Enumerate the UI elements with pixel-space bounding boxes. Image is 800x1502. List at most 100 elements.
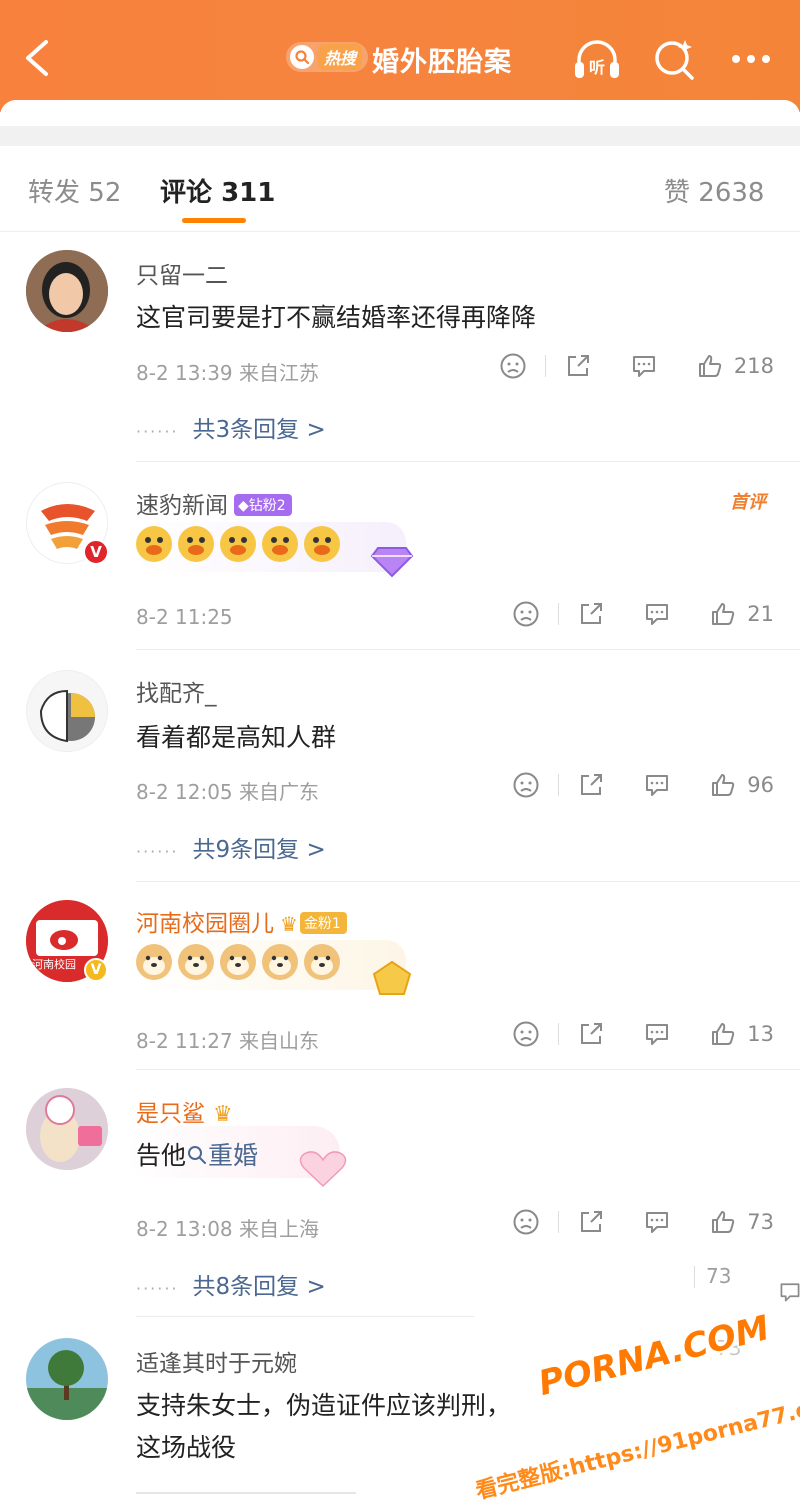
comment-text: 这官司要是打不赢结婚率还得再降降 bbox=[136, 303, 537, 332]
dots-icon: ······ bbox=[136, 842, 179, 861]
comment-meta: 8-2 12:05 来自广东 bbox=[136, 780, 320, 804]
verified-v-icon: V bbox=[83, 539, 109, 565]
tab-comment-count: 311 bbox=[221, 178, 276, 208]
avatar[interactable] bbox=[26, 1338, 108, 1420]
comment-item: 是只鲨 ♛ 告他 重婚 8-2 13:08 来自上海 73 ······ 共8条回复 … bbox=[0, 1070, 800, 1320]
like-count: 13 bbox=[747, 1022, 774, 1046]
duck-emoji-icon bbox=[262, 526, 298, 562]
duck-emoji-icon bbox=[220, 526, 256, 562]
tab-forward[interactable]: 转发 52 bbox=[28, 172, 121, 209]
fan-badge: ◆钻粉2 bbox=[234, 494, 292, 516]
thumbs-up-icon bbox=[712, 603, 735, 625]
search-sparkle-icon[interactable] bbox=[650, 36, 700, 82]
username[interactable]: 只留一二 bbox=[136, 256, 228, 290]
partial-actions-row bbox=[136, 1480, 776, 1502]
tab-forward-count: 52 bbox=[88, 178, 122, 208]
replies-label: 共3条回复 > bbox=[192, 417, 326, 443]
like-button[interactable]: 13 bbox=[709, 1020, 774, 1048]
dislike-icon[interactable] bbox=[512, 600, 540, 628]
comment-actions: 218 bbox=[499, 352, 774, 380]
avatar[interactable]: V bbox=[26, 482, 109, 565]
listen-icon[interactable]: 听 bbox=[572, 36, 622, 82]
username-row: 速豹新闻 ◆钻粉2 bbox=[136, 486, 292, 520]
comment-item: 河南校园 V 河南校园圈儿 ♛ 金粉1 8-2 11:27 来自山东 13 bbox=[0, 882, 800, 1070]
reply-icon[interactable] bbox=[643, 1208, 671, 1236]
svg-text:听: 听 bbox=[589, 58, 605, 77]
topic-link[interactable]: 重婚 bbox=[186, 1141, 258, 1170]
doge-emoji-icon bbox=[136, 944, 172, 980]
emoji-content bbox=[136, 522, 406, 572]
like-button[interactable]: 73 bbox=[709, 1208, 774, 1236]
reply-icon[interactable] bbox=[643, 600, 671, 628]
fan-badge-label: 钻粉2 bbox=[248, 498, 286, 514]
reply-icon[interactable] bbox=[643, 1020, 671, 1048]
search-icon bbox=[188, 1146, 207, 1164]
share-icon[interactable] bbox=[577, 1020, 605, 1048]
avatar[interactable] bbox=[26, 1088, 108, 1170]
doge-emoji-icon bbox=[262, 944, 298, 980]
comment-actions: 21 bbox=[512, 600, 774, 628]
avatar[interactable] bbox=[26, 670, 108, 752]
thumbs-up-icon bbox=[712, 1023, 735, 1045]
divider bbox=[558, 1211, 560, 1233]
username[interactable]: 速豹新闻 bbox=[136, 493, 228, 519]
dislike-icon[interactable] bbox=[499, 352, 527, 380]
doge-emoji-icon bbox=[220, 944, 256, 980]
tab-like-label: 赞 bbox=[664, 178, 691, 208]
share-icon[interactable] bbox=[577, 771, 605, 799]
heart-icon bbox=[294, 1148, 352, 1194]
gold-badge-icon bbox=[370, 960, 414, 1002]
doge-emoji-icon bbox=[304, 944, 340, 980]
share-icon[interactable] bbox=[577, 1208, 605, 1236]
comment-meta: 8-2 13:08 来自上海 bbox=[136, 1217, 320, 1241]
like-button[interactable]: 218 bbox=[696, 352, 774, 380]
view-replies-link[interactable]: ······ 共8条回复 > bbox=[136, 1267, 326, 1301]
view-replies-link[interactable]: ······ 共3条回复 > bbox=[136, 410, 326, 444]
avatar[interactable] bbox=[26, 250, 108, 332]
comment-item: 只留一二 这官司要是打不赢结婚率还得再降降 8-2 13:39 来自江苏 218… bbox=[0, 232, 800, 462]
like-button[interactable]: 96 bbox=[709, 771, 774, 799]
hot-search-badge[interactable]: 热搜 bbox=[286, 42, 369, 72]
duck-emoji-icon bbox=[304, 526, 340, 562]
username[interactable]: 河南校园圈儿 bbox=[136, 911, 274, 937]
tab-like-count: 2638 bbox=[698, 178, 765, 208]
share-icon[interactable] bbox=[564, 352, 592, 380]
more-icon[interactable] bbox=[726, 36, 776, 82]
first-comment-tag: 首评 bbox=[730, 492, 766, 513]
comment-actions: 96 bbox=[512, 771, 774, 799]
dislike-icon[interactable] bbox=[512, 771, 540, 799]
dislike-icon[interactable] bbox=[512, 1020, 540, 1048]
tab-like[interactable]: 赞 2638 bbox=[664, 172, 764, 209]
username[interactable]: 是只鲨 bbox=[136, 1101, 205, 1127]
like-count: 96 bbox=[747, 773, 774, 797]
tab-comment[interactable]: 评论 311 bbox=[160, 172, 275, 209]
back-icon[interactable] bbox=[18, 36, 58, 80]
dots-icon: ······ bbox=[136, 422, 179, 441]
divider bbox=[558, 603, 560, 625]
comment-actions: 13 bbox=[512, 1020, 774, 1048]
comment-meta: 8-2 11:27 来自山东 bbox=[136, 1029, 320, 1053]
thumbs-up-icon bbox=[712, 774, 735, 796]
diamond-icon bbox=[370, 542, 414, 582]
like-button[interactable]: 21 bbox=[709, 600, 774, 628]
comment-item: 找配齐_ 看着都是高知人群 8-2 12:05 来自广东 96 ······ 共9… bbox=[0, 650, 800, 882]
divider bbox=[544, 355, 546, 377]
tab-forward-label: 转发 bbox=[28, 178, 81, 208]
topic-link-label: 重婚 bbox=[208, 1141, 259, 1170]
emoji-content bbox=[136, 940, 406, 990]
dots-icon: ······ bbox=[136, 1279, 179, 1298]
like-count: 21 bbox=[747, 602, 774, 626]
avatar[interactable]: 河南校园 V bbox=[26, 900, 108, 982]
share-icon[interactable] bbox=[577, 600, 605, 628]
dislike-icon[interactable] bbox=[512, 1208, 540, 1236]
reply-icon[interactable] bbox=[630, 352, 658, 380]
view-replies-link[interactable]: ······ 共9条回复 > bbox=[136, 830, 326, 864]
like-count: 218 bbox=[733, 354, 774, 378]
username[interactable]: 适逢其时于元婉 bbox=[136, 1344, 297, 1378]
comment-text: 看着都是高知人群 bbox=[136, 723, 337, 752]
ghost-like-count: 73 bbox=[706, 1264, 732, 1288]
reply-icon[interactable] bbox=[643, 771, 671, 799]
like-count: 73 bbox=[747, 1210, 774, 1234]
crown-icon: ♛ bbox=[213, 1102, 233, 1127]
username[interactable]: 找配齐_ bbox=[136, 674, 217, 708]
